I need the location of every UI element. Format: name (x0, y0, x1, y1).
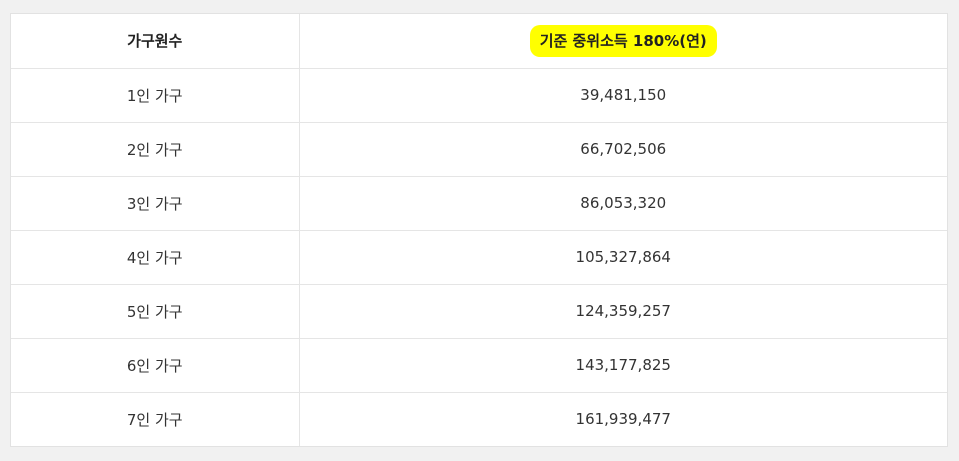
income-value-cell: 66,702,506 (298, 122, 947, 177)
income-value-cell: 86,053,320 (298, 176, 947, 231)
table-row: 3인 가구 86,053,320 (11, 176, 947, 231)
income-value-cell: 124,359,257 (298, 284, 947, 339)
table-row: 6인 가구 143,177,825 (11, 338, 947, 393)
table-row: 7인 가구 161,939,477 (11, 392, 947, 446)
income-table-container: 가구원수 기준 중위소득 180%(연) 1인 가구 39,481,150 2인… (10, 13, 948, 447)
household-size-cell: 3인 가구 (11, 176, 299, 231)
household-size-cell: 2인 가구 (11, 122, 299, 177)
table-row: 1인 가구 39,481,150 (11, 68, 947, 123)
table-row: 5인 가구 124,359,257 (11, 284, 947, 339)
table-header-row: 가구원수 기준 중위소득 180%(연) (11, 14, 947, 69)
income-value-cell: 105,327,864 (298, 230, 947, 285)
household-size-cell: 1인 가구 (11, 68, 299, 123)
header-household-size: 가구원수 (11, 14, 299, 69)
table-row: 2인 가구 66,702,506 (11, 122, 947, 177)
household-size-cell: 7인 가구 (126, 410, 183, 429)
highlighted-header-text: 기준 중위소득 180%(연) (529, 24, 717, 57)
table-row: 4인 가구 105,327,864 (11, 230, 947, 285)
household-size-cell: 6인 가구 (11, 338, 299, 393)
income-value-cell: 143,177,825 (298, 338, 947, 393)
header-median-income: 기준 중위소득 180%(연) (298, 14, 947, 69)
income-table: 가구원수 기준 중위소득 180%(연) 1인 가구 39,481,150 2인… (11, 14, 947, 446)
household-size-cell: 4인 가구 (11, 230, 299, 285)
household-size-cell: 5인 가구 (11, 284, 299, 339)
income-value-cell: 39,481,150 (298, 68, 947, 123)
income-value-cell: 161,939,477 (298, 392, 947, 446)
